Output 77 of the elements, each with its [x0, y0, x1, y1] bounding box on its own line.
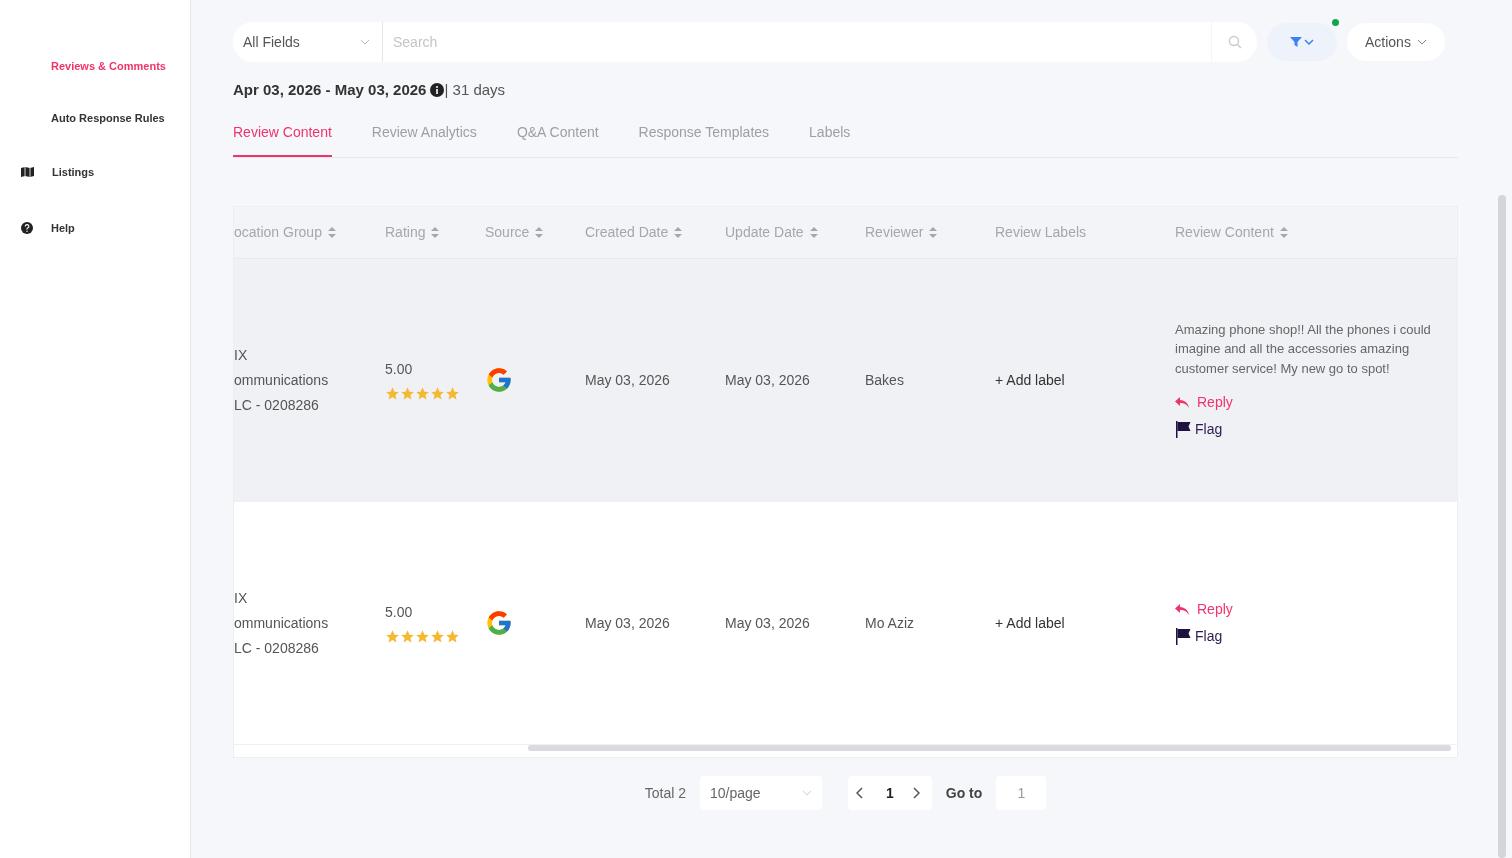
google-icon — [485, 366, 513, 394]
column-header: Created Date — [585, 223, 669, 242]
review-text: Amazing phone shop!! All the phones i could imagine and all the accessories amazing customer service! My new go to spot! — [1175, 320, 1432, 378]
add-label-link[interactable]: + Add label — [995, 369, 1065, 391]
vertical-scrollbar[interactable] — [1498, 195, 1506, 858]
sort-icon[interactable] — [929, 227, 938, 238]
reply-icon — [1175, 397, 1189, 409]
go-to-label: Go to — [945, 783, 983, 803]
field-select[interactable]: All Fields — [233, 22, 383, 62]
chevron-left-icon — [855, 787, 864, 799]
star-icon — [415, 629, 430, 644]
column-header: Review Content — [1175, 223, 1274, 242]
sidebar-item[interactable]: Reviews & Comments — [51, 57, 166, 75]
google-icon — [485, 609, 513, 637]
sort-icon[interactable] — [327, 227, 336, 238]
flag-icon — [1175, 421, 1191, 439]
total-count: Total 2 — [644, 783, 686, 803]
horizontal-scrollbar[interactable] — [528, 745, 1451, 751]
page-size-select[interactable]: 10/page — [699, 776, 822, 810]
sort-icon[interactable] — [1279, 227, 1288, 238]
star-icon — [430, 386, 445, 401]
sidebar-item[interactable]: Help — [51, 219, 75, 237]
column-header: ocation Group — [234, 223, 322, 242]
search-field[interactable]: Search — [383, 22, 1211, 62]
star-icon — [445, 386, 460, 401]
chevron-down-icon — [1304, 39, 1314, 45]
table-cell: May 03, 2026 — [585, 614, 670, 631]
flag-icon — [1175, 628, 1191, 645]
sort-icon[interactable] — [809, 227, 818, 238]
chevron-down-icon — [801, 790, 812, 796]
star-icon — [400, 629, 415, 644]
table-cell: Mo Aziz — [865, 614, 914, 631]
column-header: Review Labels — [995, 223, 1087, 242]
star-icon — [385, 386, 400, 401]
star-icon — [385, 629, 400, 644]
sort-icon[interactable] — [674, 227, 683, 238]
flag-button[interactable]: Flag — [1175, 419, 1223, 441]
table-cell: May 03, 2026 — [725, 614, 810, 631]
rating-value: 5.00 — [385, 603, 414, 622]
column-header: Update Date — [725, 223, 804, 242]
day-count: | 31 days — [444, 79, 506, 100]
search-icon — [1227, 35, 1242, 49]
filter-icon — [1290, 37, 1302, 47]
page-number[interactable]: 1 — [881, 782, 898, 804]
column-header: Rating — [385, 223, 426, 242]
reply-button[interactable]: Reply — [1175, 599, 1233, 620]
table-cell: May 03, 2026 — [585, 371, 670, 388]
chevron-down-icon — [1416, 39, 1427, 45]
help-icon — [21, 222, 33, 234]
sidebar-item[interactable]: Auto Response Rules — [51, 109, 165, 127]
filter-button[interactable] — [1267, 23, 1337, 61]
table-cell-text: IX ommunications LC - 0208286 — [234, 588, 330, 658]
rating-value: 5.00 — [385, 360, 414, 379]
sort-icon[interactable] — [535, 227, 544, 238]
chevron-down-icon — [360, 39, 370, 45]
map-icon — [21, 167, 34, 177]
info-icon — [430, 83, 445, 97]
star-icon — [445, 629, 460, 644]
table-cell: May 03, 2026 — [725, 371, 810, 388]
column-header: Source — [485, 223, 530, 242]
table-cell: Bakes — [865, 371, 904, 388]
star-icon — [400, 386, 415, 401]
star-icon — [430, 629, 445, 644]
actions-button[interactable]: Actions — [1347, 23, 1445, 61]
reply-icon — [1175, 604, 1189, 615]
table-row[interactable] — [234, 259, 1457, 502]
chevron-right-icon — [911, 787, 920, 799]
flag-button[interactable]: Flag — [1175, 626, 1223, 647]
tab[interactable]: Review Content — [233, 122, 332, 157]
table-cell-text: IX ommunications LC - 0208286 — [234, 345, 330, 415]
column-header: Reviewer — [865, 223, 924, 242]
sort-icon[interactable] — [431, 227, 440, 238]
date-range: Apr 03, 2026 - May 03, 2026 — [233, 79, 427, 100]
sidebar-item[interactable]: Listings — [52, 163, 95, 181]
star-icon — [415, 386, 430, 401]
add-label-link[interactable]: + Add label — [995, 612, 1065, 634]
search-button[interactable] — [1211, 22, 1257, 62]
